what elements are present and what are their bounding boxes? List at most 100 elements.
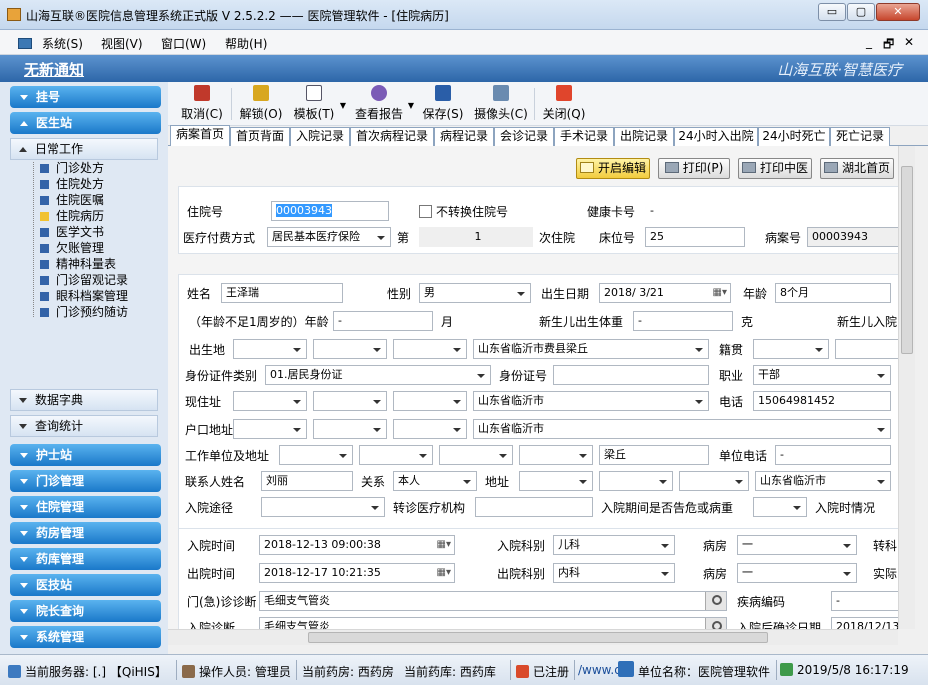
group-dictionary[interactable]: 数据字典 (10, 389, 158, 411)
view-report-button[interactable]: 查看报告 ▼ (354, 85, 414, 123)
sidebar-registration[interactable]: 挂号 (10, 86, 161, 108)
job-select[interactable]: 干部 (753, 365, 891, 385)
age-input[interactable]: 8个月 (775, 283, 891, 303)
discharge-time-picker[interactable]: 2018-12-17 10:21:35 (259, 563, 455, 583)
print-button[interactable]: 打印(P) (658, 158, 730, 179)
address-select[interactable]: 山东省临沂市 (473, 391, 709, 411)
admit-dx-input[interactable]: 毛细支气管炎 (259, 617, 727, 629)
nb-weight-input[interactable]: - (633, 311, 733, 331)
sidebar-tech-station[interactable]: 医技站 (10, 574, 161, 596)
tab-consult[interactable]: 会诊记录 (494, 127, 554, 146)
ward2-select[interactable]: 一 (737, 563, 857, 583)
menu-view[interactable]: 视图(V) (101, 35, 143, 52)
close-window-button[interactable]: ✕ (876, 3, 920, 21)
infant-age-input[interactable]: - (333, 311, 433, 331)
tree-item-inpatient-orders[interactable]: 住院医嘱 (40, 192, 104, 208)
mdi-minimize-button[interactable]: _ (866, 35, 872, 49)
cancel-button[interactable]: 取消(C) (180, 85, 224, 123)
contact-province-select[interactable] (519, 471, 593, 491)
transfer-input[interactable] (475, 497, 593, 517)
id-type-select[interactable]: 01.居民身份证 (265, 365, 491, 385)
sidebar-outpatient-mgmt[interactable]: 门诊管理 (10, 470, 161, 492)
tab-case-back[interactable]: 首页背面 (230, 127, 290, 146)
menu-system[interactable]: 系统(S) (42, 35, 83, 52)
tree-item-inpatient-rx[interactable]: 住院处方 (40, 176, 104, 192)
hukou-city-select[interactable] (313, 419, 387, 439)
tree-item-inpatient-records[interactable]: 住院病历 (40, 208, 104, 224)
tree-item-debt[interactable]: 欠账管理 (40, 240, 104, 256)
url-status[interactable]: /www.q (578, 663, 622, 677)
tree-item-observation[interactable]: 门诊留观记录 (40, 272, 128, 288)
enable-edit-button[interactable]: 开启编辑 (576, 158, 650, 179)
sidebar-pharmacy-mgmt[interactable]: 药房管理 (10, 522, 161, 544)
hubei-front-button[interactable]: 湖北首页 (820, 158, 894, 179)
hukou-select[interactable]: 山东省临沂市 (473, 419, 891, 439)
tab-discharge[interactable]: 出院记录 (614, 127, 674, 146)
health-card-input[interactable]: - (645, 201, 899, 221)
contact-county-select[interactable] (679, 471, 749, 491)
notice-link[interactable]: 无新通知 (24, 59, 84, 80)
work-phone-input[interactable]: - (775, 445, 891, 465)
sidebar-director-query[interactable]: 院长查询 (10, 600, 161, 622)
case-no-input[interactable]: 00003943 (807, 227, 903, 247)
sidebar-system-mgmt[interactable]: 系统管理 (10, 626, 161, 648)
er-dx-input[interactable]: 毛细支气管炎 (259, 591, 727, 611)
birthplace-province-select[interactable] (233, 339, 307, 359)
tree-item-medical-docs[interactable]: 医学文书 (40, 224, 104, 240)
admit-dept-select[interactable]: 儿科 (553, 535, 675, 555)
inpatient-no-input[interactable]: 00003943 (271, 201, 389, 221)
birthplace-select[interactable]: 山东省临沂市费县梁丘 (473, 339, 709, 359)
menu-window[interactable]: 窗口(W) (161, 35, 206, 52)
admit-route-select[interactable] (261, 497, 385, 517)
sex-select[interactable]: 男 (419, 283, 531, 303)
search-icon[interactable] (712, 621, 722, 629)
horizontal-scroll-thumb[interactable] (308, 632, 768, 643)
address-province-select[interactable] (233, 391, 307, 411)
group-query-stats[interactable]: 查询统计 (10, 415, 158, 437)
birthplace-county-select[interactable] (393, 339, 467, 359)
confirm-date-input[interactable]: 2018/12/13 (831, 617, 901, 629)
tab-surgery[interactable]: 手术记录 (554, 127, 614, 146)
disease-code-input[interactable]: - (831, 591, 901, 611)
address-city-select[interactable] (313, 391, 387, 411)
mdi-restore-button[interactable]: 🗗 (883, 35, 894, 56)
birthplace-city-select[interactable] (313, 339, 387, 359)
tab-course[interactable]: 病程记录 (434, 127, 494, 146)
tab-first-course[interactable]: 首次病程记录 (350, 127, 434, 146)
work-input[interactable]: 梁丘 (599, 445, 709, 465)
tree-item-outpatient-rx[interactable]: 门诊处方 (40, 160, 104, 176)
native-input[interactable] (835, 339, 899, 359)
sidebar-nurse-station[interactable]: 护士站 (10, 444, 161, 466)
minimize-button[interactable]: ▭ (818, 3, 846, 21)
work-city-select[interactable] (359, 445, 433, 465)
pay-method-select[interactable]: 居民基本医疗保险 (267, 227, 391, 247)
unlock-button[interactable]: 解锁(O) (239, 85, 283, 123)
hukou-province-select[interactable] (233, 419, 307, 439)
native-select[interactable] (753, 339, 829, 359)
contact-address-select[interactable]: 山东省临沂市 (755, 471, 891, 491)
admit-time-picker[interactable]: 2018-12-13 09:00:38 (259, 535, 455, 555)
tree-item-appointments[interactable]: 门诊预约随访 (40, 304, 128, 320)
tree-item-eye-records[interactable]: 眼科档案管理 (40, 288, 128, 304)
bed-no-input[interactable]: 25 (645, 227, 745, 247)
horizontal-scrollbar[interactable] (168, 629, 898, 645)
tree-item-psych-scale[interactable]: 精神科量表 (40, 256, 116, 272)
template-button[interactable]: 模板(T) ▼ (292, 85, 346, 123)
admission-times-input[interactable]: 1 (419, 227, 533, 247)
sidebar-doctor-station[interactable]: 医生站 (10, 112, 161, 134)
close-button[interactable]: 关闭(Q) (542, 85, 586, 123)
sidebar-inpatient-mgmt[interactable]: 住院管理 (10, 496, 161, 518)
vertical-scrollbar[interactable] (898, 146, 915, 629)
tab-admission[interactable]: 入院记录 (290, 127, 350, 146)
save-button[interactable]: 保存(S) (422, 85, 464, 123)
camera-button[interactable]: 摄像头(C) (474, 85, 528, 123)
critical-select[interactable] (753, 497, 807, 517)
tab-case-front[interactable]: 病案首页 (170, 125, 230, 146)
vertical-scroll-thumb[interactable] (901, 166, 913, 354)
birth-date-picker[interactable]: 2018/ 3/21 (599, 283, 731, 303)
id-no-input[interactable] (553, 365, 709, 385)
name-input[interactable]: 王泽瑞 (221, 283, 343, 303)
address-county-select[interactable] (393, 391, 467, 411)
hukou-county-select[interactable] (393, 419, 467, 439)
phone-input[interactable]: 15064981452 (753, 391, 891, 411)
